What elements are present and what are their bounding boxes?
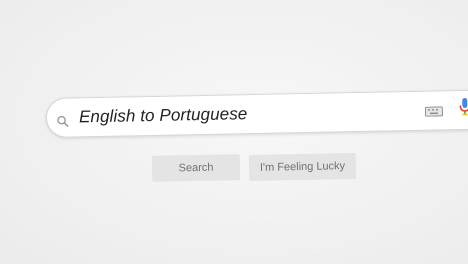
search-button[interactable]: Search (151, 154, 241, 182)
microphone-icon[interactable] (459, 97, 468, 117)
search-icon (56, 115, 70, 129)
search-page: English to Portuguese Search I'm Feeling… (0, 0, 468, 264)
keyboard-icon[interactable] (424, 103, 444, 117)
search-box[interactable]: English to Portuguese (45, 89, 468, 138)
search-input[interactable]: English to Portuguese (79, 104, 248, 127)
feeling-lucky-button[interactable]: I'm Feeling Lucky (248, 152, 357, 182)
